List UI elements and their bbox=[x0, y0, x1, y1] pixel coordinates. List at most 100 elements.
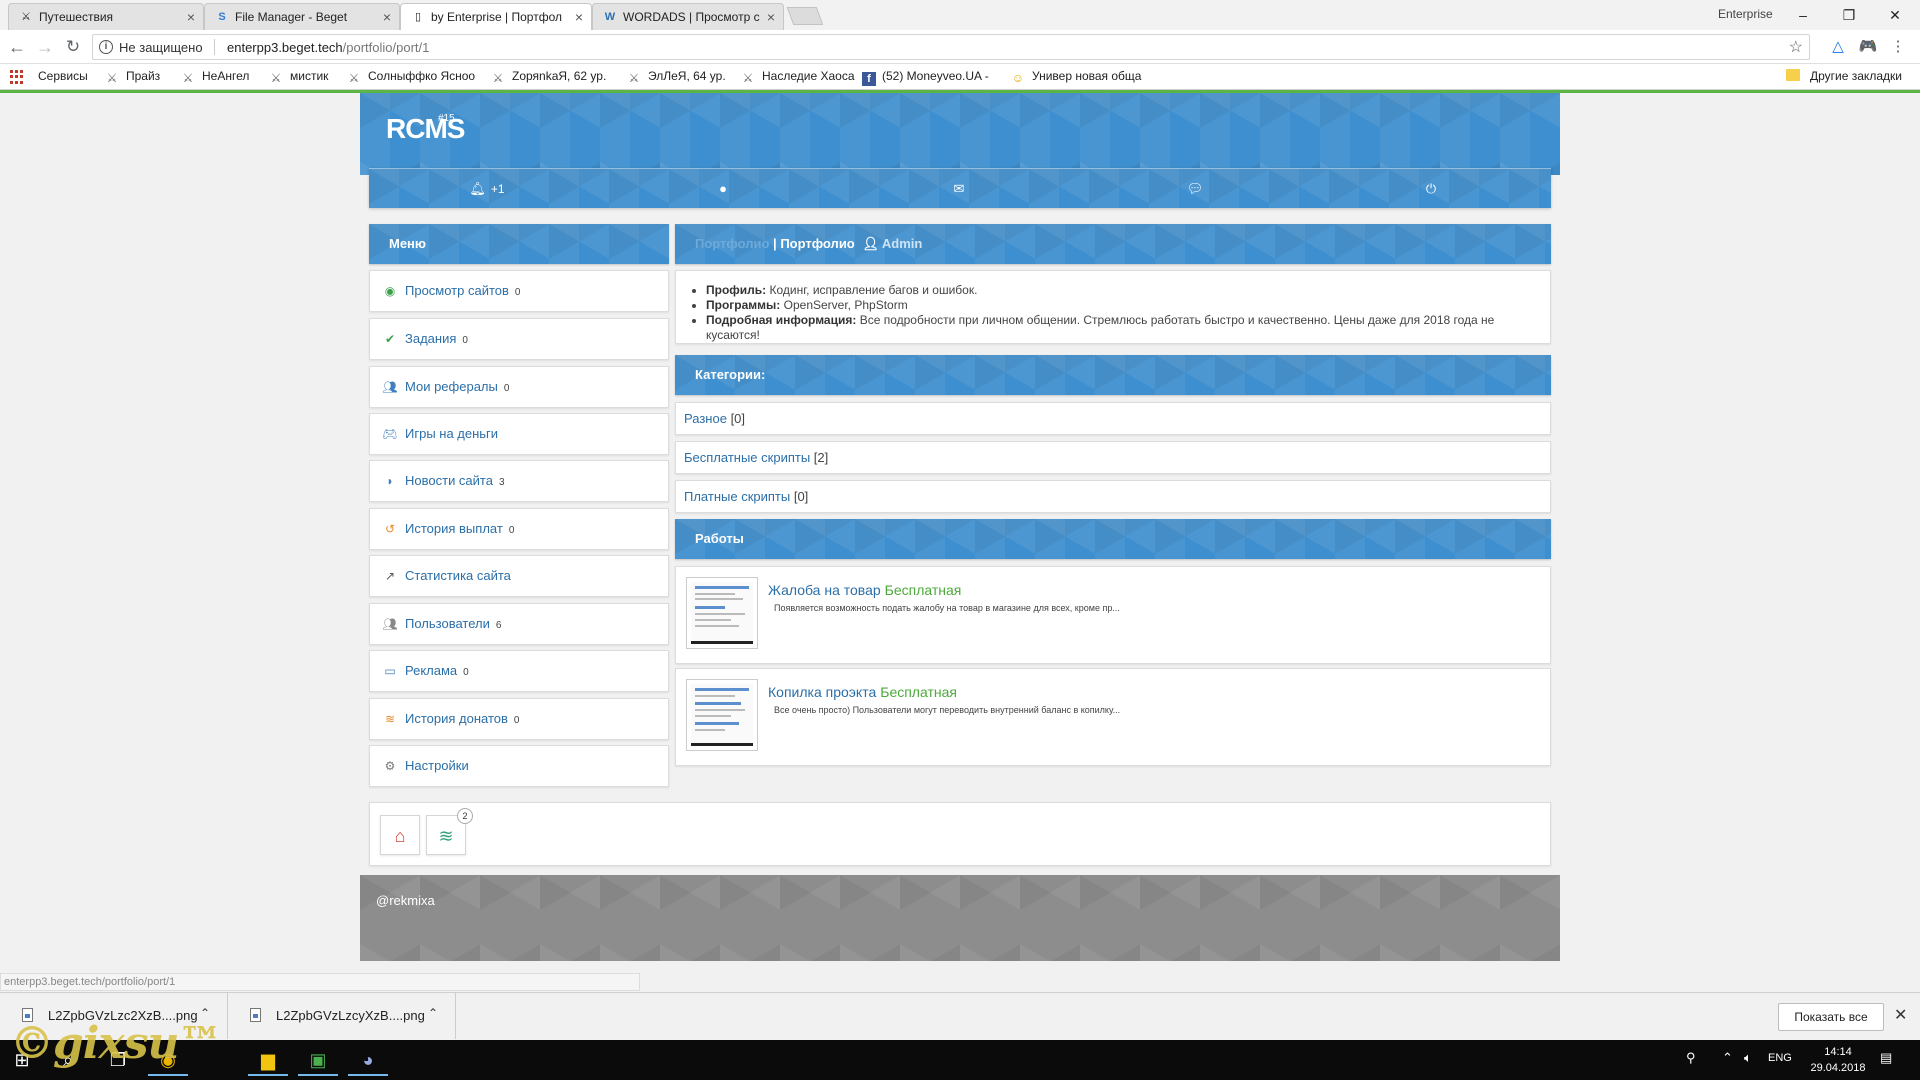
breadcrumb-link[interactable]: Портфолио bbox=[695, 236, 769, 251]
tab-file-manager[interactable]: S File Manager - Beget × bbox=[204, 3, 400, 30]
close-icon[interactable]: × bbox=[383, 4, 391, 30]
sword-icon: ⚔ bbox=[106, 71, 118, 85]
top-navigation: 🔔︎ +1 ● ✉ 💬︎ ⏻ bbox=[369, 168, 1551, 208]
category-link[interactable]: Бесплатные скрипты bbox=[684, 450, 810, 465]
bookmark-zoryanka[interactable]: ⚔ ZоряnkaЯ, 62 ур. bbox=[490, 69, 607, 85]
work-item[interactable]: Жалоба на товар Бесплатная Появляется воз… bbox=[675, 566, 1551, 664]
category-paid-scripts[interactable]: Платные скрипты [0] bbox=[675, 480, 1551, 513]
work-thumbnail[interactable] bbox=[686, 577, 758, 649]
language-indicator[interactable]: ENG bbox=[1768, 1052, 1792, 1064]
bookmark-neangel[interactable]: ⚔ НеАнгел bbox=[180, 69, 250, 85]
menu-label: Новости сайта bbox=[405, 473, 493, 488]
menu-item-referrals[interactable]: 👥︎ Мои рефералы 0 bbox=[369, 366, 669, 408]
logout-button[interactable]: ⏻ bbox=[1313, 169, 1549, 209]
forward-button[interactable]: → bbox=[34, 36, 56, 58]
bookmark-other[interactable]: Другие закладки bbox=[1786, 69, 1902, 83]
close-icon[interactable]: ✕ bbox=[1894, 1005, 1907, 1025]
tab-travel[interactable]: ⚔ Путешествия × bbox=[8, 3, 204, 30]
paint-icon: ◕ bbox=[362, 1050, 374, 1070]
menu-item-tasks[interactable]: ✔ Задания 0 bbox=[369, 318, 669, 360]
chevron-up-icon[interactable]: ⌃ bbox=[428, 1006, 438, 1020]
bookmark-services[interactable]: Сервисы bbox=[38, 69, 88, 83]
address-bar[interactable]: i Не защищено enterpp3.beget.tech/portfo… bbox=[92, 34, 1810, 60]
tab-portfolio[interactable]: ▯ by Enterprise | Портфол × bbox=[400, 3, 592, 30]
star-icon[interactable]: ☆ bbox=[1789, 37, 1803, 57]
categories-title: Категории: bbox=[695, 367, 766, 382]
minimize-button[interactable]: – bbox=[1780, 2, 1826, 28]
close-icon[interactable]: × bbox=[187, 4, 195, 30]
back-button[interactable]: ← bbox=[6, 36, 28, 58]
profile-value: Кодинг, исправление багов и ошибок. bbox=[769, 283, 978, 297]
breadcrumb-user[interactable]: Admin bbox=[882, 236, 922, 251]
notifications-button[interactable]: 🔔︎ +1 bbox=[369, 169, 605, 209]
work-thumbnail[interactable] bbox=[686, 679, 758, 751]
notifications-icon[interactable]: ▤ bbox=[1880, 1050, 1892, 1066]
new-tab-button[interactable] bbox=[786, 7, 824, 25]
menu-count: 0 bbox=[514, 287, 521, 298]
home-button[interactable]: ⌂ bbox=[380, 815, 420, 855]
category-link[interactable]: Платные скрипты bbox=[684, 489, 790, 504]
profile-button[interactable]: ● bbox=[605, 169, 841, 209]
show-all-downloads-button[interactable]: Показать все bbox=[1778, 1003, 1884, 1031]
profile-name[interactable]: Enterprise bbox=[1718, 7, 1773, 21]
menu-item-donations[interactable]: ≋ История донатов 0 bbox=[369, 698, 669, 740]
menu-item-settings[interactable]: ⚙ Настройки bbox=[369, 745, 669, 787]
menu-item-statistics[interactable]: ↗ Статистика сайта bbox=[369, 555, 669, 597]
profile-list: Профиль: Кодинг, исправление багов и оши… bbox=[688, 283, 1538, 343]
download-item[interactable]: L2ZpbGVzLzcyXzB....png ⌃ bbox=[228, 993, 456, 1039]
menu-item-ads[interactable]: ▭ Реклама 0 bbox=[369, 650, 669, 692]
reload-button[interactable]: ↻ bbox=[62, 36, 84, 58]
security-label[interactable]: Не защищено bbox=[119, 40, 203, 55]
chevron-up-icon[interactable]: ⌃ bbox=[1722, 1050, 1733, 1066]
news-count-badge: 2 bbox=[457, 808, 473, 824]
messages-button[interactable]: ✉ bbox=[841, 169, 1077, 209]
category-link[interactable]: Разное bbox=[684, 411, 727, 426]
close-icon[interactable]: × bbox=[575, 4, 583, 30]
bookmark-univer[interactable]: ☺ Универ новая обща bbox=[1010, 69, 1150, 85]
info-icon[interactable]: i bbox=[99, 40, 113, 54]
bookmark-label: Прайз bbox=[126, 69, 161, 83]
monitor-icon: ▭ bbox=[384, 664, 396, 678]
category-free-scripts[interactable]: Бесплатные скрипты [2] bbox=[675, 441, 1551, 474]
extension-triangle-icon[interactable]: △ bbox=[1828, 37, 1848, 57]
system-clock[interactable]: 14:14 29.04.2018 bbox=[1808, 1044, 1868, 1076]
menu-dots-icon[interactable]: ⋮ bbox=[1888, 37, 1908, 57]
volume-icon[interactable]: 🔈︎ bbox=[1744, 1050, 1752, 1066]
url-text[interactable]: enterpp3.beget.tech/portfolio/port/1 bbox=[227, 40, 429, 55]
sword-icon: ⚔ bbox=[742, 71, 754, 85]
work-title[interactable]: Копилка проэкта Бесплатная bbox=[768, 684, 957, 700]
app-taskbar-button[interactable]: ▣ bbox=[298, 1044, 338, 1076]
bookmark-chaos[interactable]: ⚔ Наследие Хаоса bbox=[740, 69, 855, 85]
gamepad-extension-icon[interactable]: 🎮 bbox=[1858, 37, 1878, 57]
breadcrumb-current: Портфолио bbox=[780, 236, 855, 251]
bookmark-prize[interactable]: ⚔ Прайз bbox=[104, 69, 161, 85]
rss-icon: ◗ bbox=[386, 474, 394, 488]
bookmark-mystic[interactable]: ⚔ мистик bbox=[268, 69, 329, 85]
category-misc[interactable]: Разное [0] bbox=[675, 402, 1551, 435]
work-name[interactable]: Жалоба на товар bbox=[768, 582, 881, 598]
footer-credit[interactable]: @rekmixa bbox=[376, 893, 435, 908]
paint-taskbar-button[interactable]: ◕ bbox=[348, 1044, 388, 1076]
people-icon[interactable]: ⚲ bbox=[1686, 1050, 1696, 1066]
work-title[interactable]: Жалоба на товар Бесплатная bbox=[768, 582, 961, 598]
close-icon[interactable]: × bbox=[767, 4, 775, 30]
menu-label: Пользователи bbox=[405, 616, 490, 631]
menu-item-news[interactable]: ◗ Новости сайта 3 bbox=[369, 460, 669, 502]
bookmark-moneyveo[interactable]: f (52) Moneyveo.UA - bbox=[862, 69, 989, 86]
close-window-button[interactable]: ✕ bbox=[1872, 2, 1918, 28]
menu-item-payout-history[interactable]: ↺ История выплат 0 bbox=[369, 508, 669, 550]
bookmark-solnyffko[interactable]: ⚔ Солныффко Ясноо bbox=[346, 69, 478, 85]
tab-wordads[interactable]: W WORDADS | Просмотр с × bbox=[592, 3, 784, 30]
download-filename[interactable]: L2ZpbGVzLzcyXzB....png bbox=[276, 1008, 425, 1023]
menu-item-view-sites[interactable]: ◉ Просмотр сайтов 0 bbox=[369, 270, 669, 312]
restore-button[interactable]: ❐ bbox=[1826, 2, 1872, 28]
work-name[interactable]: Копилка проэкта bbox=[768, 684, 876, 700]
apps-icon[interactable] bbox=[10, 70, 24, 84]
work-item[interactable]: Копилка проэкта Бесплатная Все очень прос… bbox=[675, 668, 1551, 766]
menu-item-games[interactable]: 🎮︎ Игры на деньги bbox=[369, 413, 669, 455]
bookmark-elleya[interactable]: ⚔ ЭлЛеЯ, 64 ур. bbox=[626, 69, 726, 85]
chat-button[interactable]: 💬︎ bbox=[1077, 169, 1313, 209]
bell-icon: 🔔︎ bbox=[469, 181, 486, 196]
explorer-taskbar-button[interactable]: ▆ bbox=[248, 1044, 288, 1076]
menu-item-users[interactable]: 👥︎ Пользователи 6 bbox=[369, 603, 669, 645]
